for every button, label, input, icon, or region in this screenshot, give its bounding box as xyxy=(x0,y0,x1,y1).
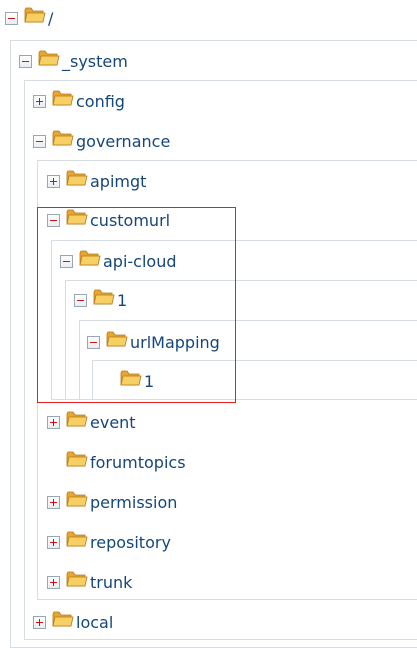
tree-node-permission[interactable]: permission xyxy=(47,487,177,517)
expand-icon[interactable] xyxy=(47,575,60,589)
tree-node-customurl[interactable]: customurl xyxy=(47,205,170,235)
tree-node-local[interactable]: local xyxy=(33,607,113,637)
tree-node-label[interactable]: governance xyxy=(76,132,170,151)
tree-node-trunk[interactable]: trunk xyxy=(47,567,132,597)
folder-icon xyxy=(66,570,88,588)
tree-node-label[interactable]: apimgt xyxy=(90,172,146,191)
collapse-icon[interactable] xyxy=(74,293,87,307)
folder-icon xyxy=(52,610,74,628)
tree-node-label[interactable]: api-cloud xyxy=(103,252,177,271)
tree-node-1[interactable]: 1 xyxy=(74,285,127,315)
folder-icon xyxy=(120,369,142,387)
folder-icon xyxy=(66,490,88,508)
tree-node-event[interactable]: event xyxy=(47,407,136,437)
expand-icon[interactable] xyxy=(47,495,60,509)
expand-icon[interactable] xyxy=(47,535,60,549)
expand-icon[interactable] xyxy=(47,174,60,188)
folder-open-icon xyxy=(52,129,74,147)
folder-open-icon xyxy=(106,330,128,348)
collapse-icon[interactable] xyxy=(19,54,32,68)
tree-node-governance[interactable]: governance xyxy=(33,126,170,156)
tree-node-label[interactable]: 1 xyxy=(144,372,154,391)
tree-node-label[interactable]: local xyxy=(76,613,113,632)
collapse-icon[interactable] xyxy=(87,335,100,349)
tree-node-api-cloud[interactable]: api-cloud xyxy=(60,246,177,276)
tree-node-urlmapping[interactable]: urlMapping xyxy=(87,327,220,357)
tree-node-label[interactable]: / xyxy=(48,9,53,28)
tree-node-label[interactable]: config xyxy=(76,92,125,111)
folder-open-icon xyxy=(24,6,46,24)
tree-node-1-leaf[interactable]: 1 xyxy=(101,366,154,396)
tree-node-label[interactable]: event xyxy=(90,413,136,432)
collapse-icon[interactable] xyxy=(60,254,73,268)
tree-node-label[interactable]: forumtopics xyxy=(90,453,186,472)
tree-node-label[interactable]: _system xyxy=(62,52,128,71)
collapse-icon[interactable] xyxy=(33,134,46,148)
folder-icon xyxy=(66,410,88,428)
expand-icon[interactable] xyxy=(33,615,46,629)
tree-node-label[interactable]: customurl xyxy=(90,211,170,230)
folder-icon xyxy=(66,450,88,468)
tree-node-label[interactable]: 1 xyxy=(117,291,127,310)
tree-node-system[interactable]: _system xyxy=(19,46,128,76)
expand-icon[interactable] xyxy=(47,415,60,429)
folder-icon xyxy=(66,169,88,187)
folder-open-icon xyxy=(38,49,60,67)
folder-icon xyxy=(52,89,74,107)
collapse-icon[interactable] xyxy=(5,11,18,25)
tree-node-label[interactable]: permission xyxy=(90,493,177,512)
tree-node-label[interactable]: repository xyxy=(90,533,171,552)
tree-node-repository[interactable]: repository xyxy=(47,527,171,557)
tree-node-forumtopics[interactable]: forumtopics xyxy=(47,447,186,477)
tree-node-apimgt[interactable]: apimgt xyxy=(47,166,146,196)
tree-node-root[interactable]: / xyxy=(5,3,53,33)
tree-node-label[interactable]: trunk xyxy=(90,573,132,592)
folder-open-icon xyxy=(93,288,115,306)
folder-open-icon xyxy=(66,208,88,226)
expand-icon[interactable] xyxy=(33,94,46,108)
tree-node-label[interactable]: urlMapping xyxy=(130,333,220,352)
folder-icon xyxy=(66,530,88,548)
collapse-icon[interactable] xyxy=(47,213,60,227)
folder-open-icon xyxy=(79,249,101,267)
tree-node-config[interactable]: config xyxy=(33,86,125,116)
